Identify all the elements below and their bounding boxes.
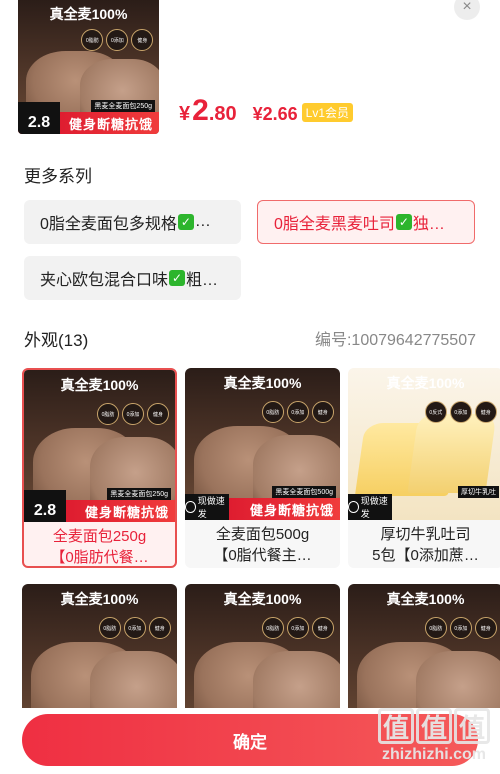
thumbnail-badges: 0脂肪 0添加 健身 — [81, 29, 154, 52]
appearance-card-2[interactable]: 真全麦100% 0脂肪 0添加 健身 黑麦全麦面包500g 健身断糖抗饿 现做速发 … — [185, 368, 340, 568]
price-symbol: ¥ — [179, 103, 191, 125]
appearance-card-5[interactable]: 真全麦100% 0脂肪 0添加 健身 — [185, 584, 340, 708]
price-decimal: .80 — [208, 103, 237, 125]
thumbnail-sub-banner: 黑麦全麦面包250g — [91, 100, 155, 112]
card-image: 真全麦100% 0反式 0添加 健身 厚切牛乳吐 现做速发 — [348, 368, 500, 520]
card-image: 真全麦100% 0脂肪 0添加 健身 黑麦全麦面包500g 健身断糖抗饿 现做速发 — [185, 368, 340, 520]
series-chip-2[interactable]: 0脂全麦黑麦吐司 ✓ 独… — [257, 200, 475, 244]
series-chip-1[interactable]: 0脂全麦面包多规格 ✓… — [24, 200, 241, 244]
ship-tag: 现做速发 — [348, 494, 392, 520]
price-row: ¥ 2 .80 ¥2.66 Lv1会员 — [179, 94, 354, 128]
card-label: 厚切牛乳吐司 5包【0添加蔗… — [372, 526, 479, 564]
watermark: 值值值 zhizhizhi.com — [378, 708, 490, 764]
check-icon: ✓ — [169, 270, 186, 286]
watermark-text: zhizhizhi.com — [382, 746, 486, 763]
card-label: 全麦面包250g 【0脂肪代餐… — [50, 528, 149, 566]
watermark-logo: 值值值 — [378, 708, 490, 744]
appearance-card-1[interactable]: 真全麦100% 0脂肪 0添加 健身 黑麦全麦面包250g 健身断糖抗饿 2.8 全… — [22, 368, 177, 568]
clock-icon — [185, 501, 196, 513]
close-button[interactable]: × — [454, 0, 480, 20]
appearance-card-3[interactable]: 真全麦100% 0反式 0添加 健身 厚切牛乳吐 现做速发 厚切牛乳吐司 5包【0添… — [348, 368, 500, 568]
thumbnail-top-text: 真全麦100% — [49, 6, 128, 23]
clock-icon — [348, 501, 359, 513]
ship-tag: 现做速发 — [185, 494, 229, 520]
product-header: 真全麦100% 0脂肪 0添加 健身 黑麦全麦面包250g 健身断糖抗饿 2.8 ¥… — [18, 0, 354, 134]
appearance-grid: 真全麦100% 0脂肪 0添加 健身 黑麦全麦面包250g 健身断糖抗饿 2.8 全… — [22, 368, 500, 708]
product-code: 编号:10079642775507 — [314, 332, 476, 349]
vip-badge: Lv1会员 — [301, 103, 354, 122]
card-image: 真全麦100% 0脂肪 0添加 健身 黑麦全麦面包250g 健身断糖抗饿 2.8 — [24, 370, 175, 522]
more-series-title: 更多系列 — [24, 167, 92, 186]
price-tag: 2.8 — [24, 490, 66, 522]
card-image: 真全麦100% 0脂肪 0添加 健身 — [348, 584, 500, 708]
series-chip-3[interactable]: 夹心欧包混合口味 ✓ 粗… — [24, 256, 241, 300]
close-icon: × — [462, 0, 472, 15]
card-image: 真全麦100% 0脂肪 0添加 健身 — [22, 584, 177, 708]
price-integer: 2 — [192, 94, 209, 127]
product-thumbnail: 真全麦100% 0脂肪 0添加 健身 黑麦全麦面包250g 健身断糖抗饿 2.8 — [18, 0, 159, 134]
appearance-card-4[interactable]: 真全麦100% 0脂肪 0添加 健身 — [22, 584, 177, 708]
check-icon: ✓ — [395, 214, 412, 230]
card-image: 真全麦100% 0脂肪 0添加 健身 — [185, 584, 340, 708]
check-icon: ✓ — [177, 214, 194, 230]
vip-price: ¥2.66 — [252, 104, 298, 124]
thumbnail-price-tag: 2.8 — [18, 102, 60, 134]
appearance-card-6[interactable]: 真全麦100% 0脂肪 0添加 健身 — [348, 584, 500, 708]
appearance-title: 外观(13) — [24, 331, 89, 350]
card-label: 全麦面包500g 【0脂代餐主… — [213, 526, 312, 564]
